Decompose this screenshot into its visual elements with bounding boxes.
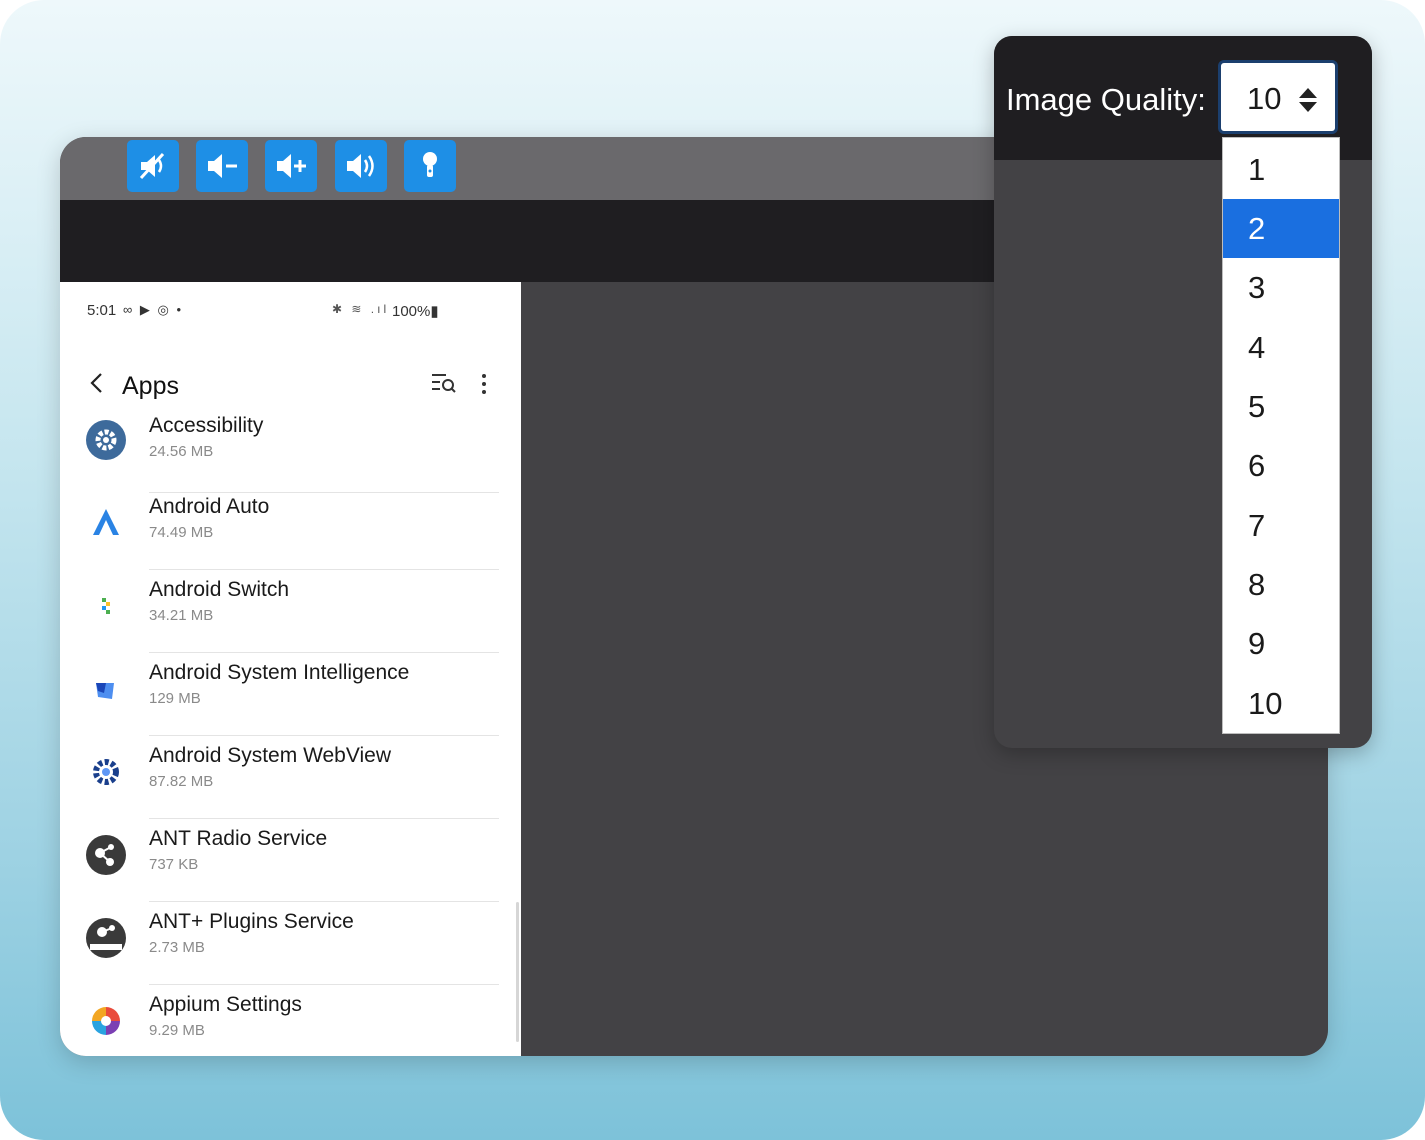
app-name: Accessibility (149, 414, 264, 437)
app-name: Appium Settings (149, 993, 302, 1016)
app-row-android-switch[interactable]: Android Switch 34.21 MB (60, 570, 521, 653)
app-size: 2.73 MB (149, 939, 205, 956)
webview-gear-icon (86, 752, 126, 792)
gear-icon (86, 420, 126, 460)
status-battery: 100%▮ (392, 303, 439, 320)
volume-down-icon (208, 154, 237, 178)
scrollbar[interactable] (516, 902, 519, 1042)
quality-option-7[interactable]: 7 (1223, 496, 1339, 555)
volume-down-button[interactable] (196, 140, 248, 192)
app-name: Android Auto (149, 495, 270, 518)
app-size: 737 KB (149, 856, 199, 873)
phone-screen: 5:01 ∞ ▶ ◎ • ✱ ≋ .ıl 100%▮ Apps Accessib… (60, 282, 521, 1056)
app-size: 87.82 MB (149, 773, 214, 790)
more-options-icon[interactable] (474, 370, 494, 398)
mute-icon (139, 152, 165, 180)
status-notification-icons: ∞ ▶ ◎ • (123, 302, 183, 317)
quality-option-9[interactable]: 9 (1223, 614, 1339, 673)
quality-option-3[interactable]: 3 (1223, 258, 1339, 317)
app-name: Android System WebView (149, 744, 392, 767)
status-time: 5:01 (87, 302, 117, 319)
image-quality-select[interactable]: 10 (1218, 60, 1338, 134)
app-row-appium-settings[interactable]: Appium Settings 9.29 MB (60, 985, 521, 1056)
quality-option-8[interactable]: 8 (1223, 555, 1339, 614)
quality-option-2[interactable]: 2 (1223, 199, 1339, 258)
app-size: 9.29 MB (149, 1022, 205, 1039)
quality-option-6[interactable]: 6 (1223, 436, 1339, 495)
quality-option-5[interactable]: 5 (1223, 377, 1339, 436)
app-size: 74.49 MB (149, 524, 214, 541)
quality-option-1[interactable]: 1 (1223, 140, 1339, 199)
ant-radio-icon (86, 835, 126, 875)
status-bar: 5:01 ∞ ▶ ◎ • ✱ ≋ .ıl 100%▮ (87, 300, 507, 322)
app-name: ANT Radio Service (149, 827, 328, 850)
app-row-ant-radio-service[interactable]: ANT Radio Service 737 KB (60, 819, 521, 902)
image-quality-label: Image Quality: (1006, 82, 1206, 117)
app-row-android-system-webview[interactable]: Android System WebView 87.82 MB (60, 736, 521, 819)
appium-icon (86, 1001, 126, 1041)
mute-button[interactable] (127, 140, 179, 192)
app-row-ant-plugins-service[interactable]: ANT+ Plugins Service 2.73 MB (60, 902, 521, 985)
volume-icon (347, 154, 374, 178)
system-intelligence-icon (86, 669, 126, 709)
ant-plugins-icon (86, 918, 126, 958)
status-signal-icons: ✱ ≋ .ıl (332, 302, 390, 316)
app-size: 24.56 MB (149, 443, 214, 460)
image-quality-options: 1 2 3 4 5 6 7 8 9 10 (1222, 137, 1340, 734)
app-row-android-system-intelligence[interactable]: Android System Intelligence 129 MB (60, 653, 521, 736)
microphone-button[interactable] (404, 140, 456, 192)
app-bar: Apps (60, 362, 521, 412)
android-switch-icon (86, 586, 126, 626)
image-quality-panel: Image Quality: 10 1 2 3 4 5 6 7 8 9 10 (994, 36, 1372, 748)
select-arrows-icon (1299, 88, 1317, 112)
volume-button[interactable] (335, 140, 387, 192)
app-size: 34.21 MB (149, 607, 214, 624)
volume-up-icon (277, 154, 306, 178)
microphone-icon (423, 152, 437, 177)
app-name: ANT+ Plugins Service (149, 910, 354, 933)
app-row-android-auto[interactable]: Android Auto 74.49 MB (60, 487, 521, 570)
page-title: Apps (122, 372, 179, 400)
quality-option-10[interactable]: 10 (1223, 674, 1339, 733)
app-name: Android Switch (149, 578, 290, 601)
volume-up-button[interactable] (265, 140, 317, 192)
app-row-accessibility[interactable]: Accessibility 24.56 MB (60, 410, 521, 493)
app-size: 129 MB (149, 690, 201, 707)
quality-option-4[interactable]: 4 (1223, 318, 1339, 377)
image-quality-value: 10 (1247, 81, 1282, 116)
app-name: Android System Intelligence (149, 661, 410, 684)
back-arrow-icon[interactable] (84, 368, 110, 398)
search-list-icon[interactable] (430, 370, 458, 396)
android-auto-icon (86, 503, 126, 543)
